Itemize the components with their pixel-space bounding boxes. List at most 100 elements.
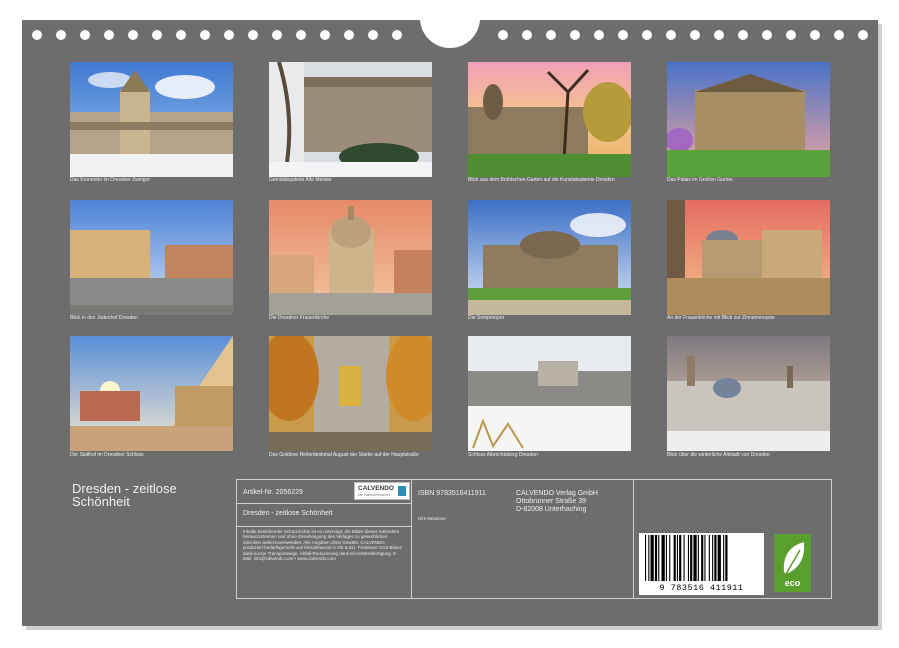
barcode-bar <box>690 535 693 581</box>
photo-thumbnail <box>269 336 432 451</box>
binding-hole <box>32 30 42 40</box>
calvendo-logo: CALVENDO Die Kalendermacher <box>354 482 410 500</box>
binding-hole <box>642 30 652 40</box>
binding-hole <box>368 30 378 40</box>
barcode-bar <box>693 535 697 581</box>
binding-hole <box>546 30 556 40</box>
publisher-name: CALVENDO Verlag GmbH <box>516 490 598 497</box>
barcode-bar <box>687 535 689 581</box>
barcode-bar <box>697 535 699 581</box>
barcode-bar <box>673 535 676 581</box>
barcode-bar <box>676 535 678 581</box>
panel-divider <box>237 503 411 504</box>
binding-hole <box>152 30 162 40</box>
barcode-bar <box>714 535 717 581</box>
barcode-bar <box>712 535 714 581</box>
photo-caption: Das Kronentor im Dresdner Zwinger <box>70 177 151 183</box>
barcode-bar <box>701 535 704 581</box>
hanger-notch <box>420 18 480 48</box>
binding-hole <box>714 30 724 40</box>
binding-hole <box>594 30 604 40</box>
binding-hole <box>762 30 772 40</box>
binding-hole <box>786 30 796 40</box>
binding-hole <box>176 30 186 40</box>
barcode-bar <box>708 535 710 581</box>
binding-hole <box>392 30 402 40</box>
barcode-bar <box>650 535 654 581</box>
binding-hole <box>128 30 138 40</box>
eco-badge: eco <box>774 534 811 592</box>
barcode-bar <box>725 535 728 581</box>
photo-caption: Blick aus dem Brühlschen Garten auf die … <box>468 177 615 183</box>
barcode-bar <box>679 535 682 581</box>
barcode-bar <box>654 535 658 581</box>
binding-hole <box>248 30 258 40</box>
barcode-number: 9 783516 411911 <box>659 583 744 593</box>
binding-hole <box>200 30 210 40</box>
author: Dirk Meutzner <box>418 516 447 521</box>
binding-hole <box>56 30 66 40</box>
binding-hole <box>80 30 90 40</box>
binding-hole <box>498 30 508 40</box>
photo-caption: Blick in den Jüdenhof Dresden <box>70 315 138 321</box>
barcode-bars <box>645 535 728 581</box>
photo-thumbnail <box>468 336 631 451</box>
photo-thumbnail <box>468 200 631 315</box>
barcode-bar <box>723 535 725 581</box>
photo-caption: Gemäldegalerie Alte Meister <box>269 177 332 183</box>
barcode-bar <box>658 535 660 581</box>
photo-thumbnail <box>667 62 830 177</box>
barcode-bar <box>704 535 706 581</box>
binding-hole <box>738 30 748 40</box>
binding-hole <box>666 30 676 40</box>
photo-caption: Schloss Albrechtsberg Dresden <box>468 452 538 458</box>
barcode-bar <box>648 535 650 581</box>
photo-thumbnail <box>269 62 432 177</box>
photo-thumbnail <box>667 200 830 315</box>
photo-caption: Das Goldene Reiterdenkmal August der Sta… <box>269 452 419 458</box>
calvendo-logo-text: CALVENDO <box>358 485 394 492</box>
binding-hole <box>522 30 532 40</box>
calvendo-logo-sub: Die Kalendermacher <box>358 493 390 497</box>
binding-hole <box>690 30 700 40</box>
publisher-city: D-82008 Unterhaching <box>516 506 587 513</box>
photo-caption: Der Stallhof im Dresdner Schloss <box>70 452 144 458</box>
panel-divider <box>411 480 412 598</box>
photo-caption: Die Dresdner Frauenkirche <box>269 315 330 321</box>
panel-divider <box>633 480 634 598</box>
binding-hole <box>570 30 580 40</box>
photo-caption: Blick über die winterliche Altstadt von … <box>667 452 770 458</box>
panel-divider <box>237 526 411 527</box>
photo-thumbnail <box>70 336 233 451</box>
photo-thumbnail <box>667 336 830 451</box>
binding-hole <box>272 30 282 40</box>
photo-thumbnail <box>70 62 233 177</box>
binding-hole <box>618 30 628 40</box>
binding-hole <box>858 30 868 40</box>
barcode-bar <box>645 535 647 581</box>
barcode-bar <box>665 535 667 581</box>
photo-caption: Die Semperoper <box>468 315 505 321</box>
binding-hole <box>320 30 330 40</box>
publisher-street: Ottobrunner Straße 39 <box>516 498 587 505</box>
binding-hole <box>224 30 234 40</box>
photo-thumbnail <box>269 200 432 315</box>
barcode-bar <box>683 535 685 581</box>
legal-notice: Inhalte bestehender Schutzrechte ist es … <box>243 529 402 562</box>
article-number: Artikel-Nr. 2056229 <box>243 489 303 496</box>
photo-thumbnail <box>70 200 233 315</box>
photo-caption: Das Palais im Großen Garten <box>667 177 733 183</box>
isbn: ISBN 9783516411911 <box>418 490 486 497</box>
binding-hole <box>810 30 820 40</box>
photo-thumbnail <box>468 62 631 177</box>
photo-caption: An der Frauenkirche mit Blick zur Zinnam… <box>667 315 775 321</box>
binding-hole <box>104 30 114 40</box>
eco-label: eco <box>784 578 801 588</box>
binding-hole <box>296 30 306 40</box>
calendar-title: Dresden - zeitlose Schönheit <box>72 482 222 508</box>
binding-hole <box>344 30 354 40</box>
barcode-bar <box>717 535 721 581</box>
barcode: 9 783516 411911 <box>639 533 764 595</box>
barcode-bar <box>669 535 671 581</box>
binding-hole <box>834 30 844 40</box>
